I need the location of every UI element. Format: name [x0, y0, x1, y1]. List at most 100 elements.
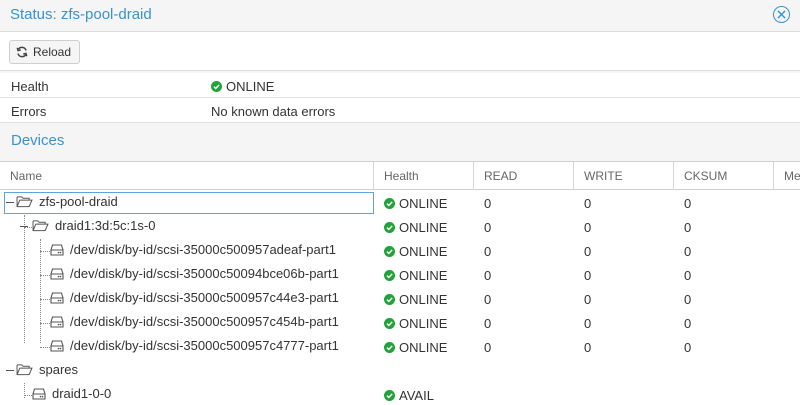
close-button[interactable] [773, 6, 790, 23]
hard-disk-icon [50, 291, 64, 304]
device-name: draid1-0-0 [32, 386, 111, 401]
tree-row[interactable]: draid1:3d:5c:1s-0 ONLINE 0 0 0 [0, 215, 800, 239]
column-header-write[interactable]: WRITE [574, 162, 674, 190]
device-health: ONLINE [384, 340, 447, 355]
close-icon [777, 10, 786, 19]
device-name-text: /dev/disk/by-id/scsi-35000c50094bce06b-p… [70, 266, 339, 281]
device-name-text: /dev/disk/by-id/scsi-35000c500957c454b-p… [70, 314, 339, 329]
device-health-text: ONLINE [399, 196, 448, 211]
column-header-health[interactable]: Health [374, 162, 474, 190]
check-circle-icon [384, 222, 395, 233]
tree-line [40, 251, 50, 252]
errors-label: Errors [11, 104, 47, 119]
hard-disk-icon [50, 339, 64, 352]
folder-open-icon [16, 196, 33, 208]
check-circle-icon [384, 318, 395, 329]
tree-row[interactable]: spares [0, 359, 800, 383]
device-health: ONLINE [384, 244, 447, 259]
device-health: ONLINE [384, 196, 447, 211]
device-name: /dev/disk/by-id/scsi-35000c500957adeaf-p… [50, 242, 336, 257]
device-name: /dev/disk/by-id/scsi-35000c500957c44e3-p… [50, 290, 339, 305]
device-read: 0 [484, 292, 492, 307]
device-health: ONLINE [384, 268, 447, 283]
tree-row[interactable]: /dev/disk/by-id/scsi-35000c500957c454b-p… [0, 311, 800, 335]
folder-open-icon [16, 364, 33, 376]
devices-tree-grid: Name Health READ WRITE CKSUM Me zfs-pool… [0, 161, 800, 405]
tree-line [40, 323, 50, 324]
tree-row[interactable]: /dev/disk/by-id/scsi-35000c500957adeaf-p… [0, 239, 800, 263]
check-circle-icon [384, 270, 395, 281]
device-cksum: 0 [684, 340, 692, 355]
device-read: 0 [484, 340, 492, 355]
column-header-msg[interactable]: Me [774, 162, 800, 190]
device-health: ONLINE [384, 220, 447, 235]
device-name-text: spares [39, 362, 79, 377]
device-health-text: ONLINE [399, 292, 448, 307]
folder-open-icon [32, 220, 49, 232]
check-circle-icon [384, 390, 395, 401]
device-health-text: ONLINE [399, 244, 448, 259]
collapse-toggle[interactable] [6, 202, 14, 203]
device-cksum: 0 [684, 292, 692, 307]
device-read: 0 [484, 316, 492, 331]
tree-row[interactable]: /dev/disk/by-id/scsi-35000c500957c4777-p… [0, 335, 800, 359]
reload-label: Reload [33, 45, 72, 59]
device-health-text: ONLINE [399, 220, 448, 235]
hard-disk-icon [50, 315, 64, 328]
tree-line [40, 275, 50, 276]
device-cksum: 0 [684, 196, 692, 211]
tree-row[interactable]: /dev/disk/by-id/scsi-35000c50094bce06b-p… [0, 263, 800, 287]
device-health: AVAIL [384, 388, 434, 403]
column-header-name[interactable]: Name [0, 162, 374, 190]
device-health-text: ONLINE [399, 340, 448, 355]
column-header-read[interactable]: READ [474, 162, 574, 190]
hard-disk-icon [50, 267, 64, 280]
device-health: ONLINE [384, 292, 447, 307]
check-circle-icon [211, 81, 222, 92]
reload-button[interactable]: Reload [9, 40, 81, 64]
device-health-text: ONLINE [399, 268, 448, 283]
tree-row[interactable]: zfs-pool-draid ONLINE 0 0 0 [0, 191, 800, 215]
check-circle-icon [384, 246, 395, 257]
health-value-text: ONLINE [226, 79, 275, 94]
tree-line [24, 395, 32, 396]
device-write: 0 [584, 316, 592, 331]
tree-line [40, 347, 50, 348]
errors-value: No known data errors [211, 104, 336, 119]
device-name-text: draid1:3d:5c:1s-0 [55, 218, 156, 233]
window-title: Status: zfs-pool-draid [10, 6, 152, 23]
check-circle-icon [384, 198, 395, 209]
device-name-text: zfs-pool-draid [39, 194, 118, 209]
device-name: /dev/disk/by-id/scsi-35000c500957c4777-p… [50, 338, 339, 353]
errors-row: Errors No known data errors [0, 98, 800, 123]
device-write: 0 [584, 340, 592, 355]
tree-line [24, 227, 32, 228]
device-health: ONLINE [384, 316, 447, 331]
device-name-text: draid1-0-0 [52, 386, 112, 401]
tree-row[interactable]: draid1-0-0 AVAIL [0, 383, 800, 405]
tree-line [40, 299, 50, 300]
device-health-text: AVAIL [399, 388, 434, 403]
health-label: Health [11, 79, 49, 94]
column-header-cksum[interactable]: CKSUM [674, 162, 774, 190]
health-value: ONLINE [211, 79, 274, 94]
collapse-toggle[interactable] [6, 370, 14, 371]
device-write: 0 [584, 292, 592, 307]
hard-disk-icon [50, 243, 64, 256]
device-name-text: /dev/disk/by-id/scsi-35000c500957c4777-p… [70, 338, 339, 353]
device-name: /dev/disk/by-id/scsi-35000c500957c454b-p… [50, 314, 339, 329]
tree-row[interactable]: /dev/disk/by-id/scsi-35000c500957c44e3-p… [0, 287, 800, 311]
device-cksum: 0 [684, 316, 692, 331]
window-titlebar: Status: zfs-pool-draid [0, 0, 800, 31]
collapse-toggle[interactable] [20, 226, 28, 227]
device-cksum: 0 [684, 220, 692, 235]
device-read: 0 [484, 220, 492, 235]
hard-disk-icon [32, 387, 46, 400]
health-row: Health ONLINE [0, 73, 800, 98]
device-read: 0 [484, 244, 492, 259]
device-cksum: 0 [684, 268, 692, 283]
device-name: spares [16, 362, 78, 377]
device-name-text: /dev/disk/by-id/scsi-35000c500957adeaf-p… [70, 242, 336, 257]
refresh-icon [16, 46, 28, 58]
device-name-text: /dev/disk/by-id/scsi-35000c500957c44e3-p… [70, 290, 339, 305]
